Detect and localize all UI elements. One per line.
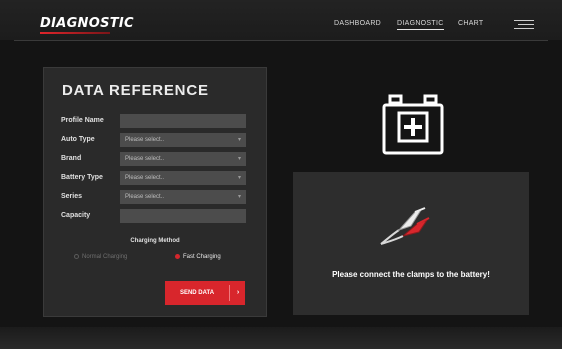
normal-charging-label: Normal Charging [82,254,128,261]
nav-dashboard[interactable]: DASHBOARD [334,20,381,27]
profile-name-input[interactable] [120,114,246,128]
charging-method-label: Charging Method [130,238,180,244]
chevron-down-icon: ▾ [237,175,241,181]
battery-type-value: Please select.. [125,175,165,181]
series-label: Series [61,193,83,200]
connect-clamps-message: Please connect the clamps to the battery… [332,270,490,279]
panel-title: DATA REFERENCE [62,82,209,99]
send-data-label: SEND DATA [179,290,215,296]
brand-select[interactable]: Please select.. ▾ [120,152,246,166]
battery-type-label: Battery Type [61,174,103,181]
chevron-down-icon: ▾ [237,194,241,200]
profile-name-label: Profile Name [61,117,104,124]
capacity-label: Capacity [61,212,91,219]
data-reference-panel: DATA REFERENCE Profile Name Auto Type Pl… [43,67,267,317]
radio-checked-icon [175,254,180,259]
capacity-input[interactable] [120,209,246,223]
auto-type-label: Auto Type [61,136,95,143]
nav-chart[interactable]: CHART [458,20,483,27]
jumper-clamps-icon [380,207,430,245]
brand-label: Brand [61,155,82,162]
chevron-down-icon: ▾ [237,156,241,162]
battery-plus-icon [382,94,444,155]
header-divider [14,40,548,41]
connection-status-panel: Please connect the clamps to the battery… [293,172,529,315]
series-value: Please select.. [125,194,165,200]
brand-value: Please select.. [125,156,165,162]
radio-normal-charging[interactable]: Normal Charging [74,254,127,260]
battery-type-select[interactable]: Please select.. ▾ [120,171,246,185]
series-select[interactable]: Please select.. ▾ [120,190,246,204]
footer-strip [0,327,562,349]
nav-diagnostic[interactable]: DIAGNOSTIC [397,20,444,30]
app-logo[interactable]: DIAGNOSTIC [40,16,134,31]
auto-type-value: Please select.. [125,137,165,143]
radio-fast-charging[interactable]: Fast Charging [175,254,221,260]
fast-charging-label: Fast Charging [183,254,221,261]
chevron-down-icon: ▾ [237,137,241,143]
send-data-button[interactable]: SEND DATA › [165,281,245,305]
hamburger-icon[interactable] [514,20,534,30]
radio-unchecked-icon [74,254,79,259]
arrow-right-icon: › [236,289,240,296]
logo-underline [40,32,110,34]
button-divider [229,285,230,301]
auto-type-select[interactable]: Please select.. ▾ [120,133,246,147]
